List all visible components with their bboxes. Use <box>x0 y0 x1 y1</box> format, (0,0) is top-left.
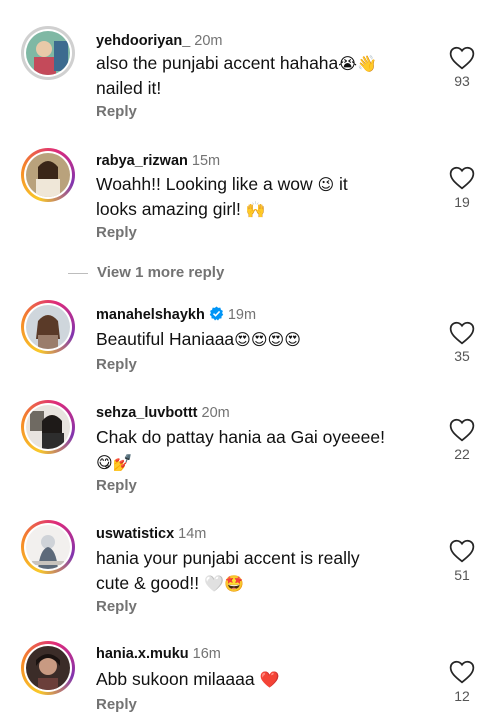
reply-button[interactable]: Reply <box>96 696 137 713</box>
username[interactable]: sehza_luvbottt <box>96 405 198 421</box>
like-count: 35 <box>454 348 470 364</box>
comment-meta: sehza_luvbottt 20m <box>96 405 230 421</box>
comment-meta: rabya_rizwan 15m <box>96 153 220 169</box>
view-more-replies-label[interactable]: View 1 more reply <box>97 264 224 281</box>
avatar[interactable] <box>21 400 75 454</box>
heart-outline-icon[interactable] <box>449 321 475 345</box>
comment-text: Abb sukoon milaaaa ❤️ <box>96 669 280 689</box>
heart-outline-icon[interactable] <box>449 166 475 190</box>
timestamp: 16m <box>192 646 221 662</box>
avatar[interactable] <box>21 26 75 80</box>
reply-button[interactable]: Reply <box>96 598 137 615</box>
verified-badge-icon <box>209 306 224 321</box>
avatar[interactable] <box>21 148 75 202</box>
comment-text: Chak do pattay hania aa Gai oyeeee! 😋💅 <box>96 427 385 472</box>
heart-outline-icon[interactable] <box>449 539 475 563</box>
divider <box>68 273 88 274</box>
username[interactable]: uswatisticx <box>96 526 174 542</box>
username[interactable]: manahelshaykh <box>96 307 205 323</box>
comment-text: Woahh!! Looking like a wow 😉 it looks ama… <box>96 174 348 219</box>
like-count: 22 <box>454 446 470 462</box>
timestamp: 19m <box>227 307 257 323</box>
username[interactable]: hania.x.muku <box>96 646 189 662</box>
timestamp: 14m <box>178 526 207 542</box>
comment-meta: yehdooriyan_ 20m <box>96 33 223 49</box>
comment-text: hania your punjabi accent is really cute … <box>96 548 360 593</box>
like-count: 12 <box>454 688 470 704</box>
comment-meta: hania.x.muku 16m <box>96 646 221 662</box>
avatar[interactable] <box>21 300 75 354</box>
comment-meta: uswatisticx 14m <box>96 526 206 542</box>
avatar[interactable] <box>21 520 75 574</box>
heart-outline-icon[interactable] <box>449 660 475 684</box>
reply-button[interactable]: Reply <box>96 103 137 120</box>
timestamp: 20m <box>201 405 230 421</box>
heart-outline-icon[interactable] <box>449 46 475 70</box>
timestamp: 15m <box>191 153 221 169</box>
reply-button[interactable]: Reply <box>96 224 137 241</box>
username[interactable]: yehdooriyan_ <box>96 33 190 49</box>
reply-button[interactable]: Reply <box>96 356 137 373</box>
username[interactable]: rabya_rizwan <box>96 153 188 169</box>
comment-text: also the punjabi accent hahaha😭👋 nailed i… <box>96 53 377 98</box>
like-count: 93 <box>454 73 470 89</box>
comment-meta: manahelshaykh 19m <box>96 306 256 323</box>
timestamp: 20m <box>194 33 223 49</box>
like-count: 19 <box>454 194 470 210</box>
comment-text: Beautiful Haniaaa😍😍😍😍 <box>96 329 301 349</box>
heart-outline-icon[interactable] <box>449 418 475 442</box>
reply-button[interactable]: Reply <box>96 477 137 494</box>
avatar[interactable] <box>21 641 75 695</box>
like-count: 51 <box>454 567 470 583</box>
view-more-replies[interactable]: View 1 more reply <box>0 261 300 287</box>
